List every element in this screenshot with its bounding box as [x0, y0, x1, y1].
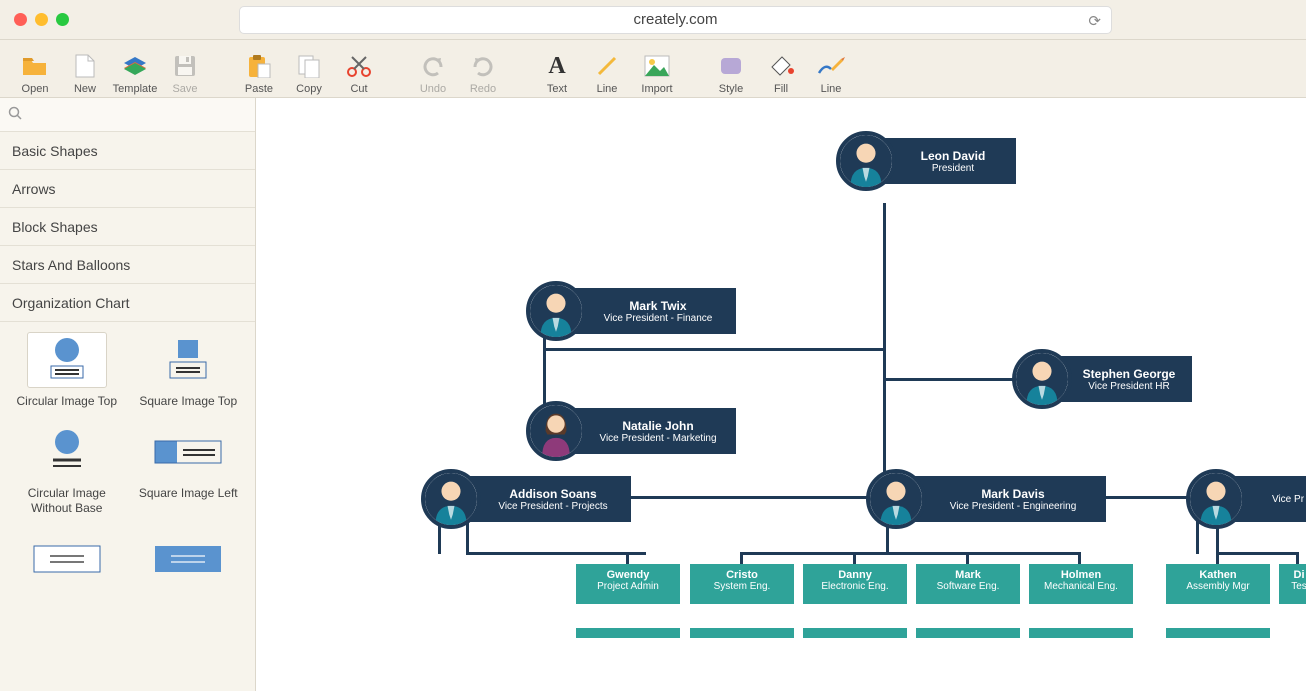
copy-icon: [284, 51, 334, 81]
avatar-icon: [526, 401, 586, 461]
shapes-sidebar: Basic Shapes Arrows Block Shapes Stars A…: [0, 98, 256, 691]
org-node-vp-projects[interactable]: Addison Soans Vice President - Projects: [451, 476, 631, 522]
org-node-vp-finance[interactable]: Mark Twix Vice President - Finance: [556, 288, 736, 334]
org-leaf[interactable]: Mark Software Eng.: [916, 564, 1020, 604]
org-leaf[interactable]: Gwendy Project Admin: [576, 564, 680, 604]
shape-palette: Circular Image Top Square Image Top Circ…: [0, 322, 255, 597]
cut-button[interactable]: Cut: [334, 51, 384, 95]
avatar-icon: [526, 281, 586, 341]
line-tool-button[interactable]: Line: [582, 51, 632, 95]
window-controls: [14, 13, 69, 26]
bucket-icon: [756, 51, 806, 81]
file-new-icon: [60, 51, 110, 81]
pencil-line-icon: [806, 51, 856, 81]
avatar-icon: [1012, 349, 1072, 409]
diagram-canvas[interactable]: Leon David President Mark Twix Vice Pres…: [256, 98, 1306, 691]
shape-category-basic[interactable]: Basic Shapes: [0, 132, 255, 170]
fill-button[interactable]: Fill: [756, 51, 806, 95]
org-node-president[interactable]: Leon David President: [866, 138, 1016, 184]
folder-open-icon: [10, 51, 60, 81]
shape-square-image-top[interactable]: Square Image Top: [130, 332, 248, 408]
address-bar[interactable]: creately.com ⟳: [239, 6, 1112, 34]
avatar-icon: [1186, 469, 1246, 529]
redo-icon: [458, 51, 508, 81]
save-icon: [160, 51, 210, 81]
org-leaf[interactable]: Holmen Mechanical Eng.: [1029, 564, 1133, 604]
template-button[interactable]: Template: [110, 51, 160, 95]
org-leaf-stub[interactable]: [690, 628, 794, 638]
shape-square-image-left[interactable]: Square Image Left: [130, 424, 248, 515]
copy-button[interactable]: Copy: [284, 51, 334, 95]
shape-search: [0, 98, 255, 132]
text-tool-button[interactable]: A Text: [532, 51, 582, 95]
close-window-button[interactable]: [14, 13, 27, 26]
org-leaf[interactable]: Kathen Assembly Mgr: [1166, 564, 1270, 604]
text-icon: A: [532, 51, 582, 81]
import-button[interactable]: Import: [632, 51, 682, 95]
paste-button[interactable]: Paste: [234, 51, 284, 95]
shape-category-org[interactable]: Organization Chart: [0, 284, 255, 322]
reload-icon[interactable]: ⟳: [1088, 12, 1101, 30]
shape-solid-box[interactable]: [130, 531, 248, 587]
shape-category-block[interactable]: Block Shapes: [0, 208, 255, 246]
avatar-icon: [836, 131, 896, 191]
org-leaf[interactable]: Di Tes: [1279, 564, 1306, 604]
shape-category-stars[interactable]: Stars And Balloons: [0, 246, 255, 284]
style-button[interactable]: Style: [706, 51, 756, 95]
org-leaf-stub[interactable]: [916, 628, 1020, 638]
undo-icon: [408, 51, 458, 81]
org-leaf[interactable]: Danny Electronic Eng.: [803, 564, 907, 604]
style-swatch-icon: [706, 51, 756, 81]
minimize-window-button[interactable]: [35, 13, 48, 26]
org-node-vp-hr[interactable]: Stephen George Vice President HR: [1042, 356, 1192, 402]
org-node-vp-marketing[interactable]: Natalie John Vice President - Marketing: [556, 408, 736, 454]
shape-circular-image-top[interactable]: Circular Image Top: [8, 332, 126, 408]
undo-button[interactable]: Undo: [408, 51, 458, 95]
line-style-button[interactable]: Line: [806, 51, 856, 95]
template-icon: [110, 51, 160, 81]
org-leaf[interactable]: Cristo System Eng.: [690, 564, 794, 604]
org-leaf-stub[interactable]: [576, 628, 680, 638]
shape-text-box[interactable]: [8, 531, 126, 587]
avatar-icon: [421, 469, 481, 529]
avatar-icon: [866, 469, 926, 529]
open-button[interactable]: Open: [10, 51, 60, 95]
scissors-icon: [334, 51, 384, 81]
org-leaf-stub[interactable]: [1029, 628, 1133, 638]
org-leaf-stub[interactable]: [803, 628, 907, 638]
redo-button[interactable]: Redo: [458, 51, 508, 95]
browser-chrome: creately.com ⟳: [0, 0, 1306, 40]
new-button[interactable]: New: [60, 51, 110, 95]
shape-search-input[interactable]: [30, 107, 255, 123]
toolbar: Open New Template Save Paste Copy Cut Un…: [0, 40, 1306, 98]
shape-category-arrows[interactable]: Arrows: [0, 170, 255, 208]
line-icon: [582, 51, 632, 81]
image-icon: [632, 51, 682, 81]
org-node-vp-cut[interactable]: Vice Pr: [1216, 476, 1306, 522]
org-leaf-stub[interactable]: [1166, 628, 1270, 638]
clipboard-paste-icon: [234, 51, 284, 81]
address-bar-text: creately.com: [634, 11, 718, 28]
save-button[interactable]: Save: [160, 51, 210, 95]
maximize-window-button[interactable]: [56, 13, 69, 26]
shape-circular-no-base[interactable]: Circular Image Without Base: [8, 424, 126, 515]
org-node-vp-engineering[interactable]: Mark Davis Vice President - Engineering: [896, 476, 1106, 522]
search-icon: [0, 106, 30, 123]
